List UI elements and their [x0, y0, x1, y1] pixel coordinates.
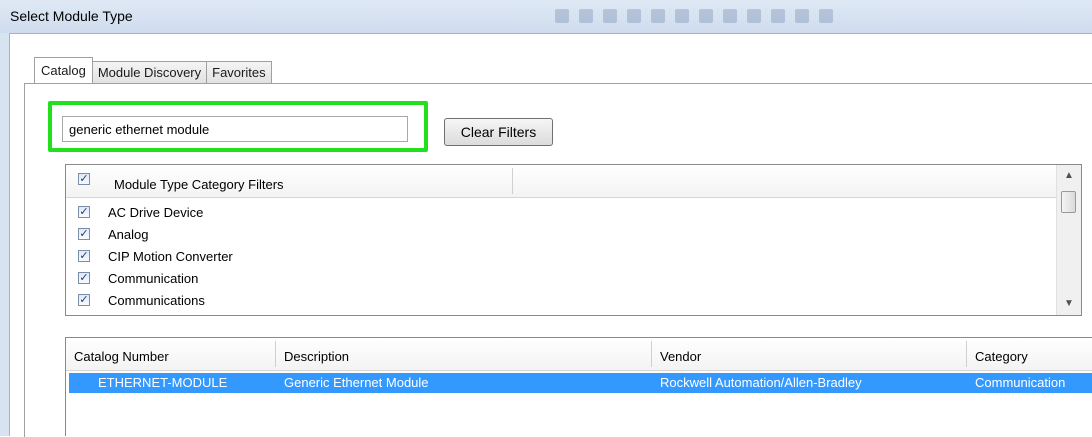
toolbar-icon: [675, 9, 689, 23]
column-header-description[interactable]: Description: [276, 338, 652, 370]
filter-label-ac-drive-device: AC Drive Device: [108, 205, 204, 220]
filter-checkbox-communication[interactable]: ✓: [78, 272, 90, 284]
cell-vendor: Rockwell Automation/Allen-Bradley: [660, 375, 862, 390]
filter-label-cip-motion-converter: CIP Motion Converter: [108, 249, 233, 264]
filter-label-communications: Communications: [108, 293, 205, 308]
filters-header-label: Module Type Category Filters: [114, 177, 284, 192]
toolbar-icon: [699, 9, 713, 23]
filter-checkbox-analog[interactable]: ✓: [78, 228, 90, 240]
toolbar-icon: [627, 9, 641, 23]
select-all-checkbox[interactable]: ✓: [78, 173, 90, 185]
window-title: Select Module Type: [10, 8, 133, 24]
header-divider: [512, 168, 513, 194]
toolbar-icon: [819, 9, 833, 23]
background-toolbar: [555, 9, 975, 25]
scroll-up-icon[interactable]: ▲: [1057, 167, 1081, 185]
filter-checkbox-communications[interactable]: ✓: [78, 294, 90, 306]
toolbar-icon: [747, 9, 761, 23]
tab-module-discovery[interactable]: Module Discovery: [91, 61, 208, 83]
toolbar-icon: [555, 9, 569, 23]
results-table: Catalog Number Description Vendor Catego…: [65, 337, 1092, 436]
column-header-catalog-number[interactable]: Catalog Number: [66, 338, 276, 370]
toolbar-icon: [603, 9, 617, 23]
table-row[interactable]: ETHERNET-MODULE Generic Ethernet Module …: [69, 373, 1092, 393]
toolbar-icon: [651, 9, 665, 23]
clear-filters-button[interactable]: Clear Filters: [444, 118, 553, 146]
scroll-down-icon[interactable]: ▼: [1057, 295, 1081, 313]
window-frame: [0, 33, 10, 436]
tab-catalog[interactable]: Catalog: [34, 57, 93, 83]
results-header: Catalog Number Description Vendor Catego…: [66, 338, 1092, 371]
column-header-vendor[interactable]: Vendor: [652, 338, 967, 370]
tab-favorites[interactable]: Favorites: [206, 61, 272, 83]
filter-label-analog: Analog: [108, 227, 149, 242]
column-header-category[interactable]: Category: [967, 338, 1092, 370]
scroll-thumb[interactable]: [1061, 191, 1076, 213]
toolbar-icon: [771, 9, 785, 23]
filter-checkbox-ac-drive-device[interactable]: ✓: [78, 206, 90, 218]
cell-category: Communication: [975, 375, 1066, 390]
title-bar: Select Module Type: [0, 0, 1092, 34]
filters-scrollbar[interactable]: ▲ ▼: [1056, 165, 1081, 315]
toolbar-icon: [795, 9, 809, 23]
toolbar-icon: [579, 9, 593, 23]
filter-label-communication: Communication: [108, 271, 199, 286]
tab-strip: Catalog Module Discovery Favorites: [34, 57, 272, 83]
category-filters-list: ✓ Module Type Category Filters ✓ AC Driv…: [65, 164, 1082, 316]
filter-checkbox-cip-motion-converter[interactable]: ✓: [78, 250, 90, 262]
cell-description: Generic Ethernet Module: [284, 375, 429, 390]
search-input[interactable]: [62, 116, 408, 142]
toolbar-icon: [723, 9, 737, 23]
cell-catalog-number: ETHERNET-MODULE: [98, 375, 228, 390]
filters-header: ✓ Module Type Category Filters: [66, 165, 1057, 198]
